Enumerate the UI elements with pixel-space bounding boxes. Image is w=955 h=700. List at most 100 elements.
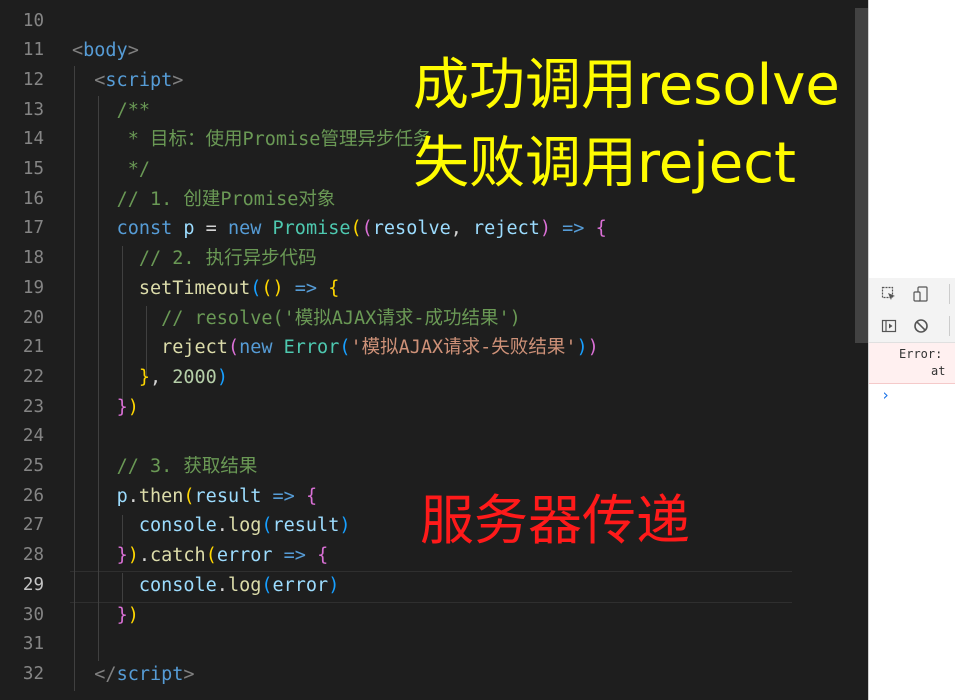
code-line[interactable]: 22 }, 2000) — [0, 363, 868, 393]
code-token: = — [194, 218, 228, 240]
clear-console-icon[interactable] — [913, 318, 929, 334]
line-number: 14 — [22, 129, 44, 150]
code-token: > — [127, 40, 139, 62]
code-token: ( — [339, 337, 351, 359]
code-line[interactable]: 19 setTimeout(() => { — [0, 274, 868, 304]
code-token: reject — [473, 218, 540, 240]
code-token: . — [216, 574, 228, 596]
code-line[interactable]: 17 const p = new Promise((resolve, rejec… — [0, 214, 868, 244]
devtools-panel: Error: at › — [868, 0, 955, 700]
line-number: 11 — [22, 40, 44, 61]
code-token: new — [227, 218, 262, 240]
device-toggle-icon[interactable] — [913, 286, 929, 302]
code-line[interactable]: 18 // 2. 执行异步代码 — [0, 244, 868, 274]
code-token: ) — [539, 218, 551, 240]
code-token: p — [183, 218, 195, 240]
line-number: 18 — [22, 248, 44, 269]
code-token: => — [283, 545, 306, 567]
line-number: 31 — [22, 634, 44, 655]
devtools-toolbar — [869, 278, 955, 311]
code-line[interactable]: 21 reject(new Error('模拟AJAX请求-失败结果')) — [0, 333, 868, 363]
line-code: </script> — [72, 660, 194, 690]
code-token: } — [138, 366, 150, 388]
inspect-icon[interactable] — [881, 286, 897, 302]
code-token: new — [239, 337, 273, 359]
code-token: => — [272, 485, 295, 507]
code-line[interactable]: 30 }) — [0, 601, 868, 631]
code-line[interactable]: 29 console.log(error) — [0, 571, 868, 601]
code-token: => — [562, 218, 585, 240]
line-code: // 1. 创建Promise对象 — [72, 185, 336, 215]
code-line[interactable]: 23 }) — [0, 393, 868, 423]
code-token: result — [194, 485, 262, 507]
code-token: ) — [216, 366, 228, 388]
code-token: ) — [127, 604, 139, 626]
annotation-server: 服务器传递 — [420, 489, 690, 552]
code-token: console — [138, 574, 217, 596]
code-token: . — [138, 545, 150, 567]
code-token: */ — [116, 159, 150, 180]
sidebar-toggle-icon[interactable] — [881, 318, 897, 334]
toolbar-separator — [949, 284, 950, 304]
code-token: ( — [250, 277, 262, 299]
code-line[interactable]: 20 // resolve('模拟AJAX请求-成功结果') — [0, 304, 868, 334]
line-number: 12 — [22, 69, 44, 90]
console-toolbar — [869, 310, 955, 343]
code-token: ( — [361, 218, 373, 240]
code-token: Error — [283, 337, 340, 359]
code-token: ) — [272, 277, 284, 299]
line-number: 15 — [22, 159, 44, 179]
console-error-message[interactable]: Error: at — [869, 343, 955, 384]
code-token: // resolve('模拟AJAX请求-成功结果') — [161, 307, 521, 329]
code-token: resolve — [372, 218, 451, 240]
editor-scrollbar[interactable] — [855, 8, 868, 343]
code-token: ) — [328, 574, 340, 596]
line-number: 26 — [22, 485, 44, 506]
line-code: // 2. 执行异步代码 — [72, 244, 317, 274]
line-code: }, 2000) — [72, 363, 228, 393]
line-number: 23 — [22, 396, 44, 417]
code-token: log — [227, 515, 262, 537]
line-code: */ — [72, 155, 150, 185]
line-code: p.then(result => { — [72, 482, 318, 512]
code-token: } — [116, 604, 128, 626]
line-code: * 目标：使用Promise管理异步任务 — [72, 125, 432, 155]
error-text: Error: — [899, 347, 943, 361]
code-token: , — [450, 218, 474, 240]
code-token: } — [116, 545, 128, 567]
code-token: ( — [261, 515, 273, 537]
console-prompt[interactable]: › — [881, 386, 890, 404]
code-token: , — [149, 366, 173, 388]
code-token: p — [116, 485, 128, 507]
line-code: }).catch(error => { — [72, 541, 329, 571]
code-line[interactable]: 31 — [0, 630, 868, 660]
code-line[interactable]: 24 — [0, 422, 868, 452]
code-token: } — [116, 396, 128, 418]
code-token: ( — [261, 574, 273, 596]
line-number: 29 — [22, 574, 44, 595]
line-number: 28 — [22, 545, 44, 566]
code-line[interactable]: 32 </script> — [0, 660, 868, 690]
code-line[interactable]: 25 // 3. 获取结果 — [0, 452, 868, 482]
code-line[interactable]: 10 — [0, 7, 868, 37]
code-token: </ — [94, 663, 117, 685]
line-number: 27 — [22, 515, 44, 536]
code-token: body — [83, 40, 128, 62]
code-token: 2000 — [172, 366, 217, 388]
line-number: 22 — [22, 366, 44, 387]
